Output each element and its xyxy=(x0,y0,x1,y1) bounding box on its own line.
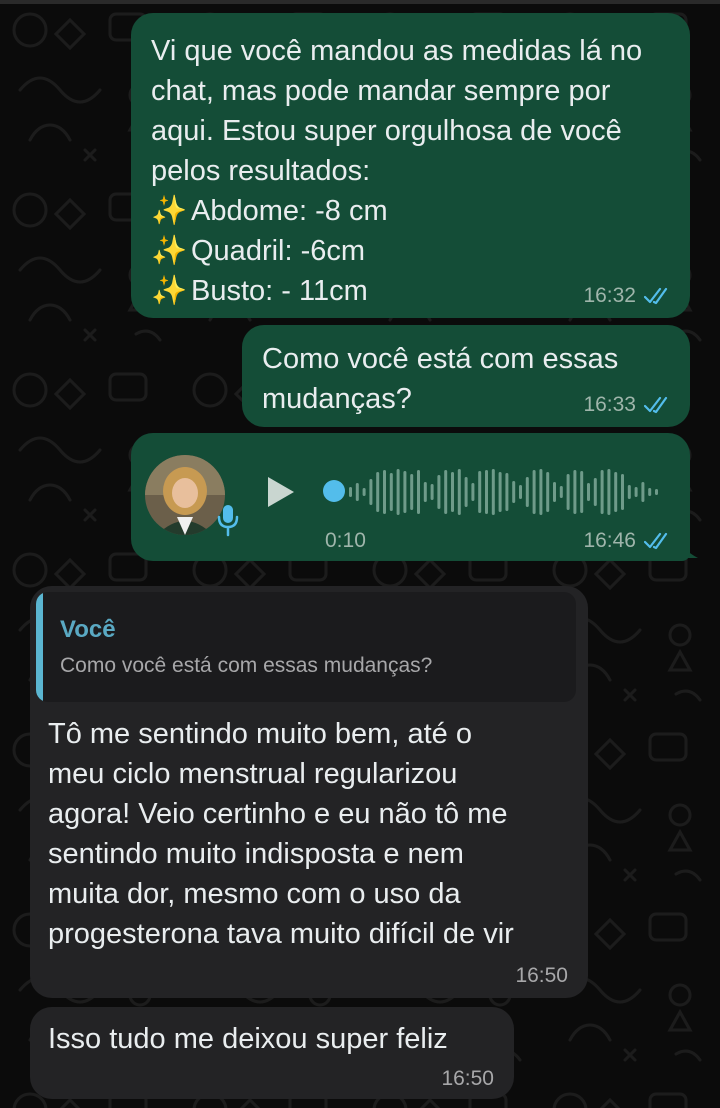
message-time: 16:50 xyxy=(441,1067,494,1090)
message-intro: Vi que você mandou as medidas lá no chat… xyxy=(151,35,643,187)
read-ticks-icon xyxy=(644,287,668,305)
sparkles-icon: ✨ xyxy=(151,235,188,267)
waveform-bar xyxy=(519,485,522,499)
top-divider xyxy=(0,0,720,4)
message-meta: 16:32 xyxy=(583,284,672,308)
waveform-bar xyxy=(437,475,441,509)
waveform-bar xyxy=(621,474,624,510)
waveform-bar xyxy=(471,483,475,501)
voice-message[interactable]: 0:10 16:46 xyxy=(131,433,690,561)
waveform-bar xyxy=(655,489,658,495)
waveform-bar xyxy=(627,485,631,499)
waveform-bar xyxy=(512,481,516,503)
waveform-bar xyxy=(417,470,420,514)
message-time: 16:32 xyxy=(583,284,636,307)
waveform-bar xyxy=(457,469,461,515)
waveform-bar xyxy=(525,477,529,507)
quote-text: Como você está com essas mudanças? xyxy=(60,654,433,677)
waveform-bar xyxy=(451,472,454,512)
waveform-bar xyxy=(478,471,482,513)
waveform-bar xyxy=(498,472,502,512)
message-time: 16:33 xyxy=(583,393,636,416)
message-text: Isso tudo me deixou super feliz xyxy=(48,1023,448,1055)
play-icon[interactable] xyxy=(264,475,298,509)
read-ticks-icon xyxy=(644,532,668,550)
waveform-bar xyxy=(423,482,427,502)
waveform-bar xyxy=(587,483,590,501)
incoming-message[interactable]: Isso tudo me deixou super feliz 16:50 xyxy=(30,1007,514,1099)
quoted-reply[interactable]: Você Como você está com essas mudanças? xyxy=(36,592,576,702)
quote-author: Você xyxy=(60,616,116,643)
audio-waveform[interactable] xyxy=(349,463,664,521)
message-meta: 16:50 xyxy=(515,964,568,988)
message-time: 16:46 xyxy=(583,529,636,552)
sparkles-icon: ✨ xyxy=(151,195,188,227)
waveform-bar xyxy=(600,470,604,514)
waveform-bar xyxy=(539,469,543,515)
waveform-bar xyxy=(403,471,407,513)
playback-dot[interactable] xyxy=(323,480,345,502)
message-text: Tô me sentindo muito bem, até o meu cicl… xyxy=(48,718,514,950)
waveform-bar xyxy=(464,477,468,507)
message-meta: 16:46 xyxy=(583,529,672,553)
waveform-bar xyxy=(546,472,550,512)
sparkles-icon: ✨ xyxy=(151,275,188,307)
waveform-bar xyxy=(383,470,386,514)
waveform-bar xyxy=(648,488,652,496)
microphone-icon xyxy=(217,505,239,537)
waveform-bar xyxy=(491,469,495,515)
waveform-bar xyxy=(389,473,393,511)
waveform-bar xyxy=(396,469,400,515)
measure-text: Abdome: -8 cm xyxy=(191,195,388,227)
avatar xyxy=(145,455,225,535)
waveform-bar xyxy=(573,470,577,514)
waveform-bar xyxy=(559,486,563,498)
waveform-bar xyxy=(607,469,611,515)
measure-item: ✨ Abdome: -8 cm xyxy=(151,191,671,231)
quote-accent-bar xyxy=(36,592,43,702)
measure-text: Busto: - 11cm xyxy=(191,275,368,307)
waveform-bar xyxy=(641,482,645,502)
waveform-bar xyxy=(376,472,380,512)
message-meta: 16:50 xyxy=(441,1067,494,1091)
waveform-bar xyxy=(430,484,434,500)
waveform-bar xyxy=(444,470,448,514)
outgoing-message[interactable]: Como você está com essas mudanças? 16:33 xyxy=(242,325,690,427)
waveform-bar xyxy=(614,472,618,512)
voice-duration: 0:10 xyxy=(325,529,366,552)
waveform-bar xyxy=(410,474,414,510)
outgoing-message[interactable]: Vi que você mandou as medidas lá no chat… xyxy=(131,13,690,318)
waveform-bar xyxy=(349,487,352,497)
waveform-bar xyxy=(566,474,570,510)
measure-text: Quadril: -6cm xyxy=(191,235,366,267)
waveform-bar xyxy=(532,470,536,514)
measure-item: ✨ Quadril: -6cm xyxy=(151,231,671,271)
waveform-bar xyxy=(505,473,509,511)
waveform-bar xyxy=(580,471,584,513)
message-time: 16:50 xyxy=(515,964,568,987)
message-text: Vi que você mandou as medidas lá no chat… xyxy=(151,31,671,311)
waveform-bar xyxy=(593,478,597,506)
waveform-bar xyxy=(634,487,638,497)
message-meta: 16:33 xyxy=(583,393,672,417)
waveform-bar xyxy=(369,479,373,505)
read-ticks-icon xyxy=(644,396,668,414)
waveform-bar xyxy=(553,482,556,502)
waveform-bar xyxy=(355,483,359,501)
waveform-bar xyxy=(362,488,366,496)
incoming-message[interactable]: Você Como você está com essas mudanças? … xyxy=(30,586,588,998)
waveform-bar xyxy=(485,470,488,514)
